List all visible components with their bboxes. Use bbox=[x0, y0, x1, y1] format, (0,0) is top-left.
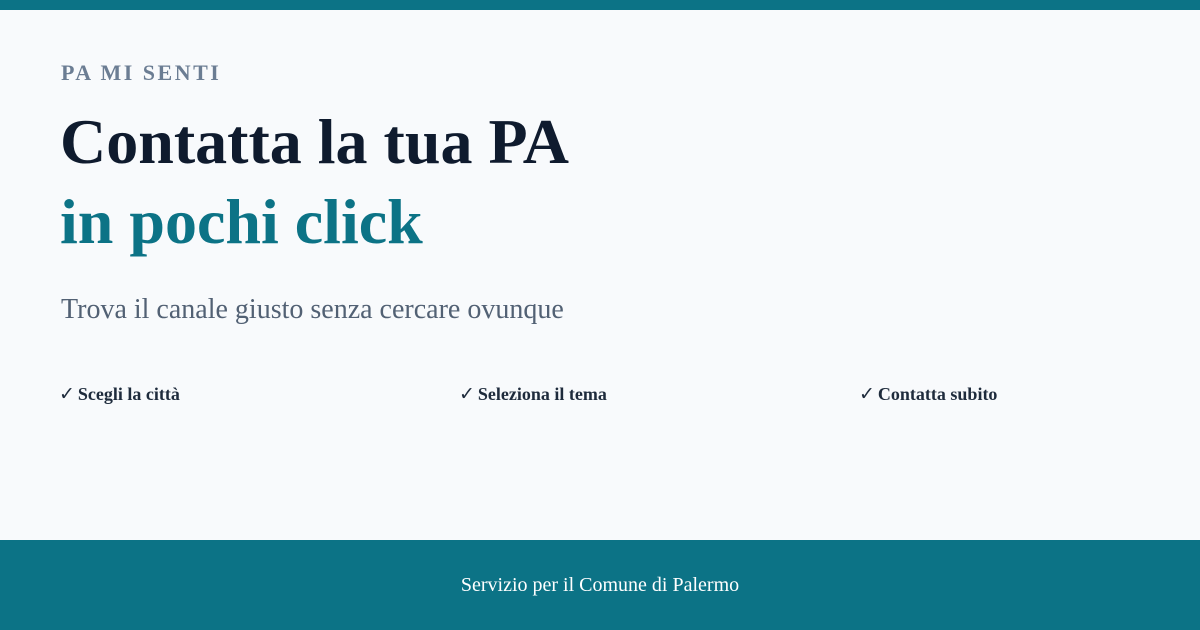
feature-item: ✓ Scegli la città bbox=[59, 383, 180, 405]
feature-label: Seleziona il tema bbox=[477, 383, 607, 404]
check-icon: ✓ bbox=[859, 383, 875, 405]
feature-label: Scegli la città bbox=[77, 383, 180, 404]
brand-eyebrow: PA MI SENTI bbox=[61, 60, 222, 85]
feature-label: Contatta subito bbox=[877, 383, 998, 404]
feature-item: ✓ Contatta subito bbox=[859, 383, 997, 405]
subtitle: Trova il canale giusto senza cercare ovu… bbox=[61, 294, 564, 325]
top-accent-bar bbox=[0, 0, 1200, 10]
footer-bar: Servizio per il Comune di Palermo bbox=[0, 540, 1200, 630]
headline-accent: in pochi click bbox=[60, 186, 423, 257]
footer-text: Servizio per il Comune di Palermo bbox=[460, 573, 740, 596]
check-icon: ✓ bbox=[59, 383, 75, 405]
feature-item: ✓ Seleziona il tema bbox=[459, 383, 607, 405]
headline: Contatta la tua PA bbox=[60, 106, 569, 177]
check-icon: ✓ bbox=[459, 383, 475, 405]
